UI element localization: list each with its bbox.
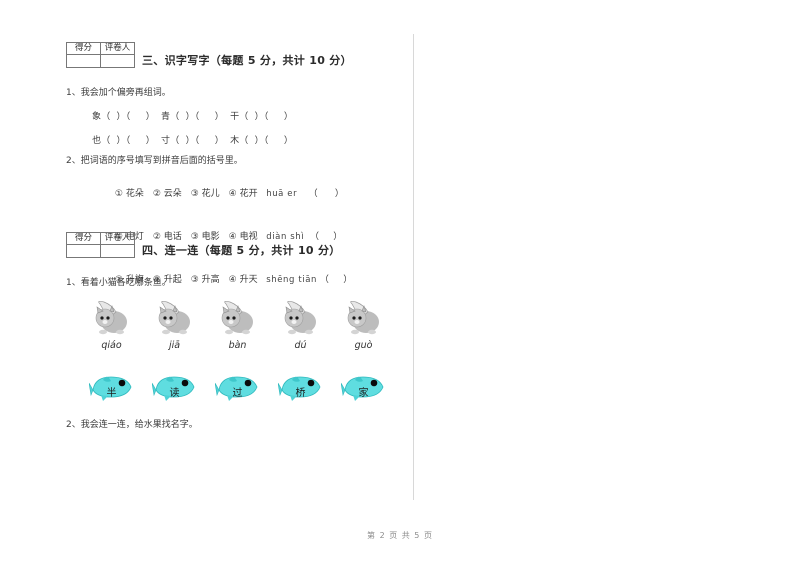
column-divider bbox=[413, 34, 414, 500]
fish-character: 桥 bbox=[295, 388, 306, 399]
fish-cell[interactable]: 桥 bbox=[269, 369, 332, 403]
cat-icon bbox=[143, 296, 206, 336]
fish-character: 过 bbox=[232, 388, 243, 399]
cat-cell[interactable]: qiáo bbox=[80, 296, 143, 351]
fish-cell[interactable]: 读 bbox=[143, 369, 206, 403]
section-four: 得分 评卷人 四、连一连（每题 5 分，共计 10 分） 1、看着小猫各吃哪条鱼… bbox=[66, 232, 396, 430]
cat-icon bbox=[332, 296, 395, 336]
cat-cell[interactable]: guò bbox=[332, 296, 395, 351]
cat-pinyin: qiáo bbox=[101, 340, 122, 351]
cat-pinyin: jiā bbox=[168, 340, 181, 351]
grader-value-input[interactable] bbox=[100, 54, 135, 68]
grader-label: 评卷人 bbox=[100, 232, 135, 245]
cat-cell[interactable]: jiā bbox=[143, 296, 206, 351]
cat-cell[interactable]: dú bbox=[269, 296, 332, 351]
cat-row: qiáo jiā bàn dú guò bbox=[80, 296, 396, 351]
score-box-section-three[interactable]: 得分 评卷人 bbox=[66, 42, 135, 68]
fish-cell[interactable]: 家 bbox=[332, 369, 395, 403]
q2-bracket-1[interactable]: （ ） bbox=[309, 189, 344, 199]
fish-character: 读 bbox=[169, 388, 180, 399]
q2-pinyin-1: huā er bbox=[266, 189, 298, 199]
section-four-title: 四、连一连（每题 5 分，共计 10 分） bbox=[142, 244, 341, 257]
grader-label: 评卷人 bbox=[100, 42, 135, 55]
section-four-q1-prompt: 1、看着小猫各吃哪条鱼。 bbox=[66, 278, 171, 288]
cat-icon bbox=[206, 296, 269, 336]
cat-icon bbox=[80, 296, 143, 336]
score-value-input[interactable] bbox=[66, 54, 101, 68]
cat-pinyin: guò bbox=[354, 340, 373, 351]
score-label: 得分 bbox=[66, 42, 101, 55]
score-value-input[interactable] bbox=[66, 244, 101, 258]
cat-pinyin: bàn bbox=[228, 340, 247, 351]
section-three-q2-item-1[interactable]: ① 花朵 ② 云朵 ③ 花儿 ④ 花开 huā er （ ） bbox=[92, 176, 396, 209]
section-three-q1-row-2[interactable]: 也（ ）（ ） 寸（ ）（ ） 木（ ）（ ） bbox=[92, 133, 396, 146]
section-three-q1-prompt: 1、我会加个偏旁再组词。 bbox=[66, 88, 171, 98]
section-three-header: 得分 评卷人 三、识字写字（每题 5 分，共计 10 分） bbox=[66, 42, 396, 72]
section-three-q1-row-1[interactable]: 象（ ）（ ） 青（ ）（ ） 干（ ）（ ） bbox=[92, 109, 396, 122]
cat-icon bbox=[269, 296, 332, 336]
score-label: 得分 bbox=[66, 232, 101, 245]
cat-cell[interactable]: bàn bbox=[206, 296, 269, 351]
fish-cell[interactable]: 半 bbox=[80, 369, 143, 403]
cat-pinyin: dú bbox=[294, 340, 307, 351]
section-four-q2-prompt: 2、我会连一连，给水果找名字。 bbox=[66, 420, 198, 430]
fish-character: 半 bbox=[106, 388, 117, 399]
fish-cell[interactable]: 过 bbox=[206, 369, 269, 403]
section-four-header: 得分 评卷人 四、连一连（每题 5 分，共计 10 分） bbox=[66, 232, 396, 262]
section-three-q2-prompt: 2、把词语的序号填写到拼音后面的括号里。 bbox=[66, 156, 243, 166]
grader-value-input[interactable] bbox=[100, 244, 135, 258]
worksheet-page: 得分 评卷人 三、识字写字（每题 5 分，共计 10 分） 1、我会加个偏旁再组… bbox=[0, 0, 800, 565]
fish-row: 半 读 过 桥 家 bbox=[80, 369, 396, 403]
page-footer: 第 2 页 共 5 页 bbox=[367, 531, 433, 540]
fish-character: 家 bbox=[358, 388, 369, 399]
section-three-title: 三、识字写字（每题 5 分，共计 10 分） bbox=[142, 54, 352, 67]
q2-options-1: ① 花朵 ② 云朵 ③ 花儿 ④ 花开 bbox=[114, 189, 258, 199]
score-box-section-four[interactable]: 得分 评卷人 bbox=[66, 232, 135, 258]
